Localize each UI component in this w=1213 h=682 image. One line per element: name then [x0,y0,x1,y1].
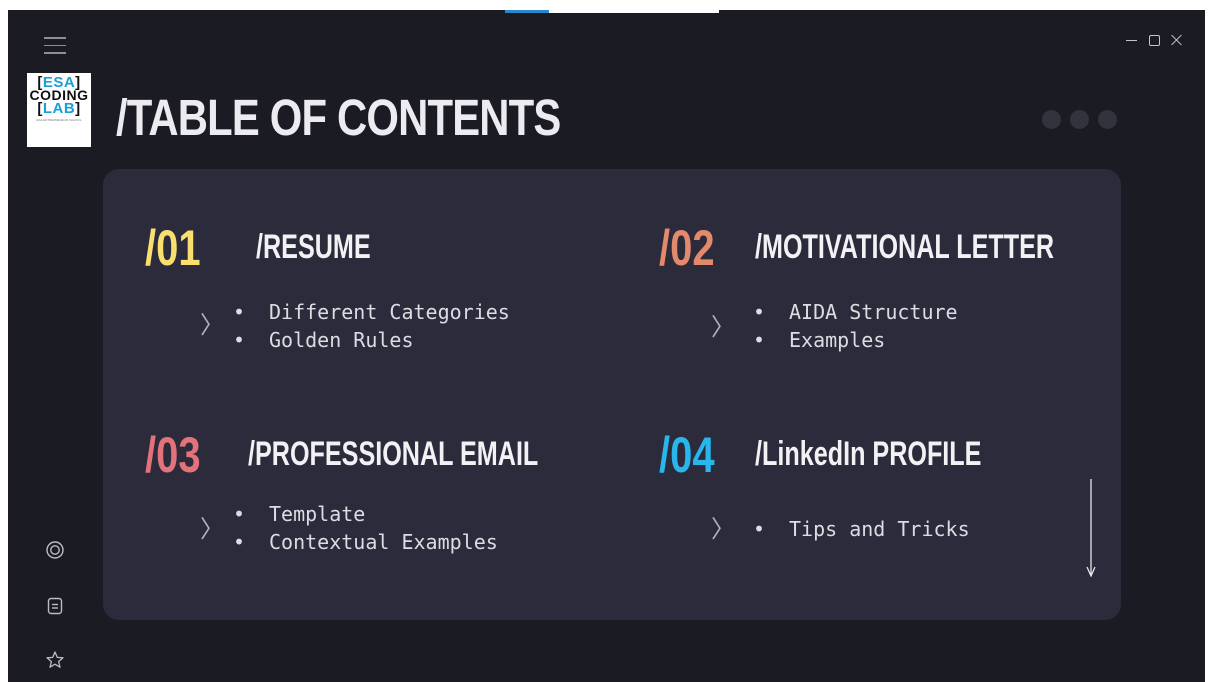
close-button[interactable] [1171,34,1183,46]
section-number-03: /03 [145,427,201,483]
list-item: Template [233,500,498,528]
logo-tagline: ESA ENTREPRENEUR SCHOOL [36,118,82,122]
list-item: Contextual Examples [233,528,498,556]
logo-line-3: LAB [42,100,76,117]
minimize-button[interactable] [1126,34,1138,46]
section-items-professional-email: Template Contextual Examples [233,500,498,556]
section-number-01: /01 [145,220,201,276]
maximize-button[interactable] [1149,34,1160,46]
top-strip [505,10,719,13]
section-number-02: /02 [659,220,715,276]
dot-1 [1042,110,1061,129]
window-controls [1126,34,1183,46]
target-icon[interactable] [45,540,65,560]
decorative-dots [1042,110,1117,129]
app-window: [ESA] CODING [LAB] ESA ENTREPRENEUR SCHO… [8,10,1205,682]
chevron-right-icon: 〉 [711,313,735,341]
list-item: Different Categories [233,298,510,326]
list-item: AIDA Structure [753,298,958,326]
contents-card: /01 /RESUME 〉 Different Categories Golde… [103,169,1121,620]
chevron-right-icon: 〉 [711,515,735,543]
section-items-resume: Different Categories Golden Rules [233,298,510,354]
list-item: Tips and Tricks [753,515,970,543]
section-heading-linkedin-profile[interactable]: /LinkedIn PROFILE [755,437,981,471]
section-heading-professional-email[interactable]: /PROFESSIONAL EMAIL [248,437,538,471]
section-items-linkedin-profile: Tips and Tricks [753,515,970,543]
logo: [ESA] CODING [LAB] ESA ENTREPRENEUR SCHO… [27,73,91,147]
chevron-right-icon: 〉 [200,311,224,339]
list-item: Examples [753,326,958,354]
chevron-right-icon: 〉 [200,515,224,543]
top-strip-accent [505,10,549,13]
menu-icon[interactable] [44,37,66,55]
document-icon[interactable] [45,596,65,616]
page-title: /TABLE OF CONTENTS [116,89,561,146]
section-heading-motivational-letter[interactable]: /MOTIVATIONAL LETTER [755,230,1054,264]
section-items-motivational-letter: AIDA Structure Examples [753,298,958,354]
section-number-04: /04 [659,427,715,483]
dot-3 [1098,110,1117,129]
dot-2 [1070,110,1089,129]
list-item: Golden Rules [233,326,510,354]
section-heading-resume[interactable]: /RESUME [256,230,371,264]
star-icon[interactable] [45,650,65,670]
arrow-down-icon [1086,479,1096,577]
